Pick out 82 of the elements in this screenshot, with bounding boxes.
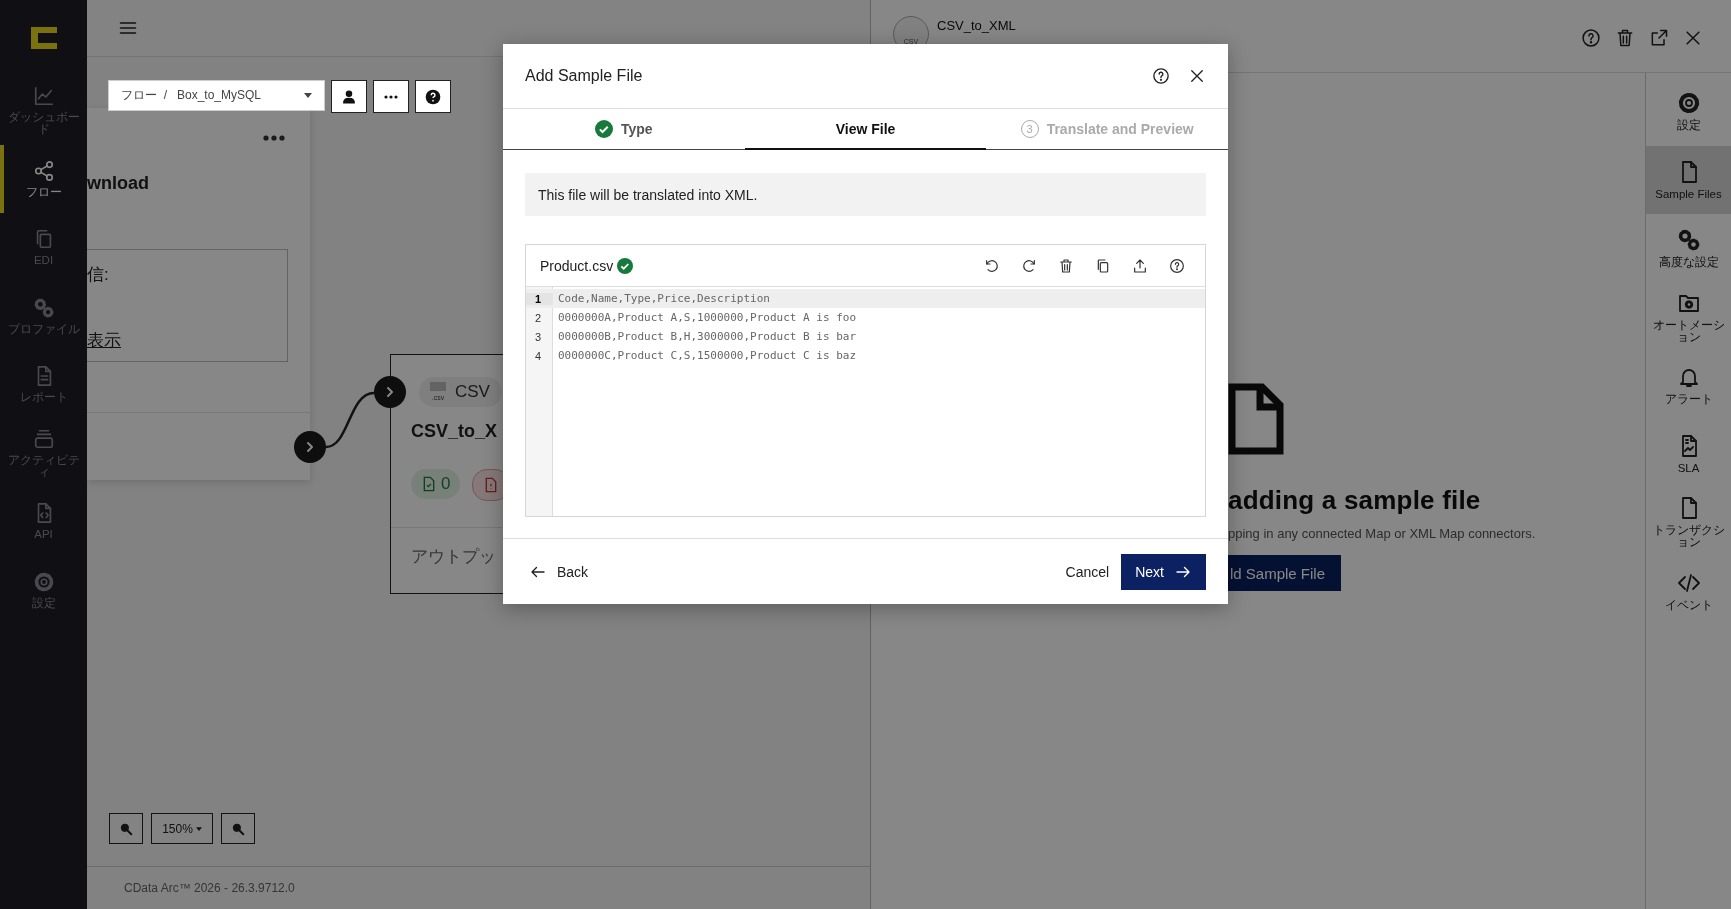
line-number: 4 [534, 349, 543, 362]
redo-icon [1021, 257, 1037, 274]
more-button[interactable] [373, 80, 409, 113]
empty-state-heading: adding a sample file [1228, 485, 1481, 516]
file-icon [1228, 383, 1284, 455]
stack-icon [32, 427, 55, 450]
help-icon [425, 88, 441, 105]
upload-button[interactable] [1132, 257, 1148, 274]
trash-icon [1058, 257, 1074, 274]
panel-tab[interactable]: 設定 [1646, 77, 1731, 146]
share-icon [32, 159, 55, 182]
info-message: This file will be translated into XML. [525, 173, 1206, 216]
redo-button[interactable] [1021, 257, 1037, 274]
help-button[interactable] [1152, 67, 1170, 85]
connector-line [325, 391, 375, 449]
caret-icon [195, 826, 202, 831]
file-name: Product.csv [540, 257, 614, 274]
zoom-level-dropdown[interactable]: 150% [151, 813, 213, 844]
panel-tab[interactable]: アラート [1646, 351, 1731, 420]
panel-tab[interactable]: イベント [1646, 556, 1731, 625]
user-icon [341, 88, 357, 105]
version-text: CData Arc™ 2026 - 26.3.9712.0 [124, 881, 295, 895]
gears-icon [32, 296, 55, 319]
logo-icon [30, 27, 57, 49]
panel-tab[interactable]: トランザクション [1646, 488, 1731, 557]
user-button[interactable] [331, 80, 367, 113]
close-icon [1188, 67, 1206, 85]
delete-button[interactable] [1058, 257, 1074, 274]
breadcrumb-dropdown[interactable]: フロー / Box_to_MySQL [108, 80, 325, 111]
output-label: アウトプッ [411, 546, 496, 568]
caret-icon [304, 93, 312, 98]
node-title: CSV_to_X [411, 421, 498, 442]
check-circle-icon [595, 119, 613, 138]
panel-tab[interactable]: SLA [1646, 419, 1731, 488]
dialog-title: Add Sample File [525, 67, 644, 85]
help-button[interactable] [1169, 257, 1185, 274]
next-button[interactable]: Next [1121, 553, 1206, 590]
input-port[interactable] [374, 376, 406, 408]
help-icon [1169, 257, 1185, 274]
panel-tab[interactable]: オートメーション [1646, 282, 1731, 351]
zoom-icon [231, 821, 245, 836]
undo-icon [984, 257, 1000, 274]
external-link-icon [1649, 28, 1669, 48]
step-tab[interactable]: Type [503, 109, 745, 150]
code-line: 0000000B,Product B,H,3000000,Product B is bar [557, 330, 856, 343]
zoom-out-button[interactable] [221, 813, 255, 844]
line-number: 1 [526, 292, 553, 305]
chart-icon [32, 85, 55, 108]
zoom-icon [119, 821, 133, 836]
trash-icon [1615, 28, 1635, 48]
file-check-icon [421, 475, 437, 493]
help-icon [1581, 28, 1601, 48]
code-line: Code,Name,Type,Price,Description [557, 292, 770, 305]
view-link[interactable]: 表示 [87, 329, 121, 352]
panel-tab[interactable]: Sample Files [1646, 145, 1731, 214]
cancel-button[interactable]: Cancel [1065, 563, 1110, 580]
success-count-badge: 0 [411, 469, 461, 499]
delete-button[interactable] [1615, 28, 1635, 48]
undo-button[interactable] [984, 257, 1000, 274]
field-label: 信: [87, 264, 109, 286]
upload-icon [1132, 257, 1148, 274]
more-icon[interactable] [263, 134, 285, 142]
code-line: 0000000A,Product A,S,1000000,Product A is foo [557, 311, 856, 324]
gears-icon [1676, 228, 1701, 253]
output-port[interactable] [294, 431, 326, 463]
line-number: 3 [534, 330, 543, 343]
copy-button[interactable] [1095, 257, 1111, 274]
back-button[interactable]: Back [529, 562, 1066, 581]
help-button[interactable] [415, 80, 451, 113]
panel-tab[interactable]: 高度な設定 [1646, 214, 1731, 283]
step-tab[interactable]: View File [744, 109, 987, 150]
help-icon [1152, 67, 1170, 85]
more-icon [384, 94, 398, 99]
line-number: 2 [534, 311, 543, 324]
panel-title: CSV_to_XML [937, 18, 1017, 33]
node-title: wnload [87, 173, 149, 194]
close-button[interactable] [1188, 67, 1206, 85]
zoom-in-button[interactable] [109, 813, 143, 844]
open-external-button[interactable] [1649, 28, 1669, 48]
code-line: 0000000C,Product C,S,1500000,Product C is baz [557, 349, 856, 362]
empty-state-description: pping in any connected Map or XML Map connectors. [1228, 526, 1536, 541]
copy-icon [1095, 257, 1111, 274]
